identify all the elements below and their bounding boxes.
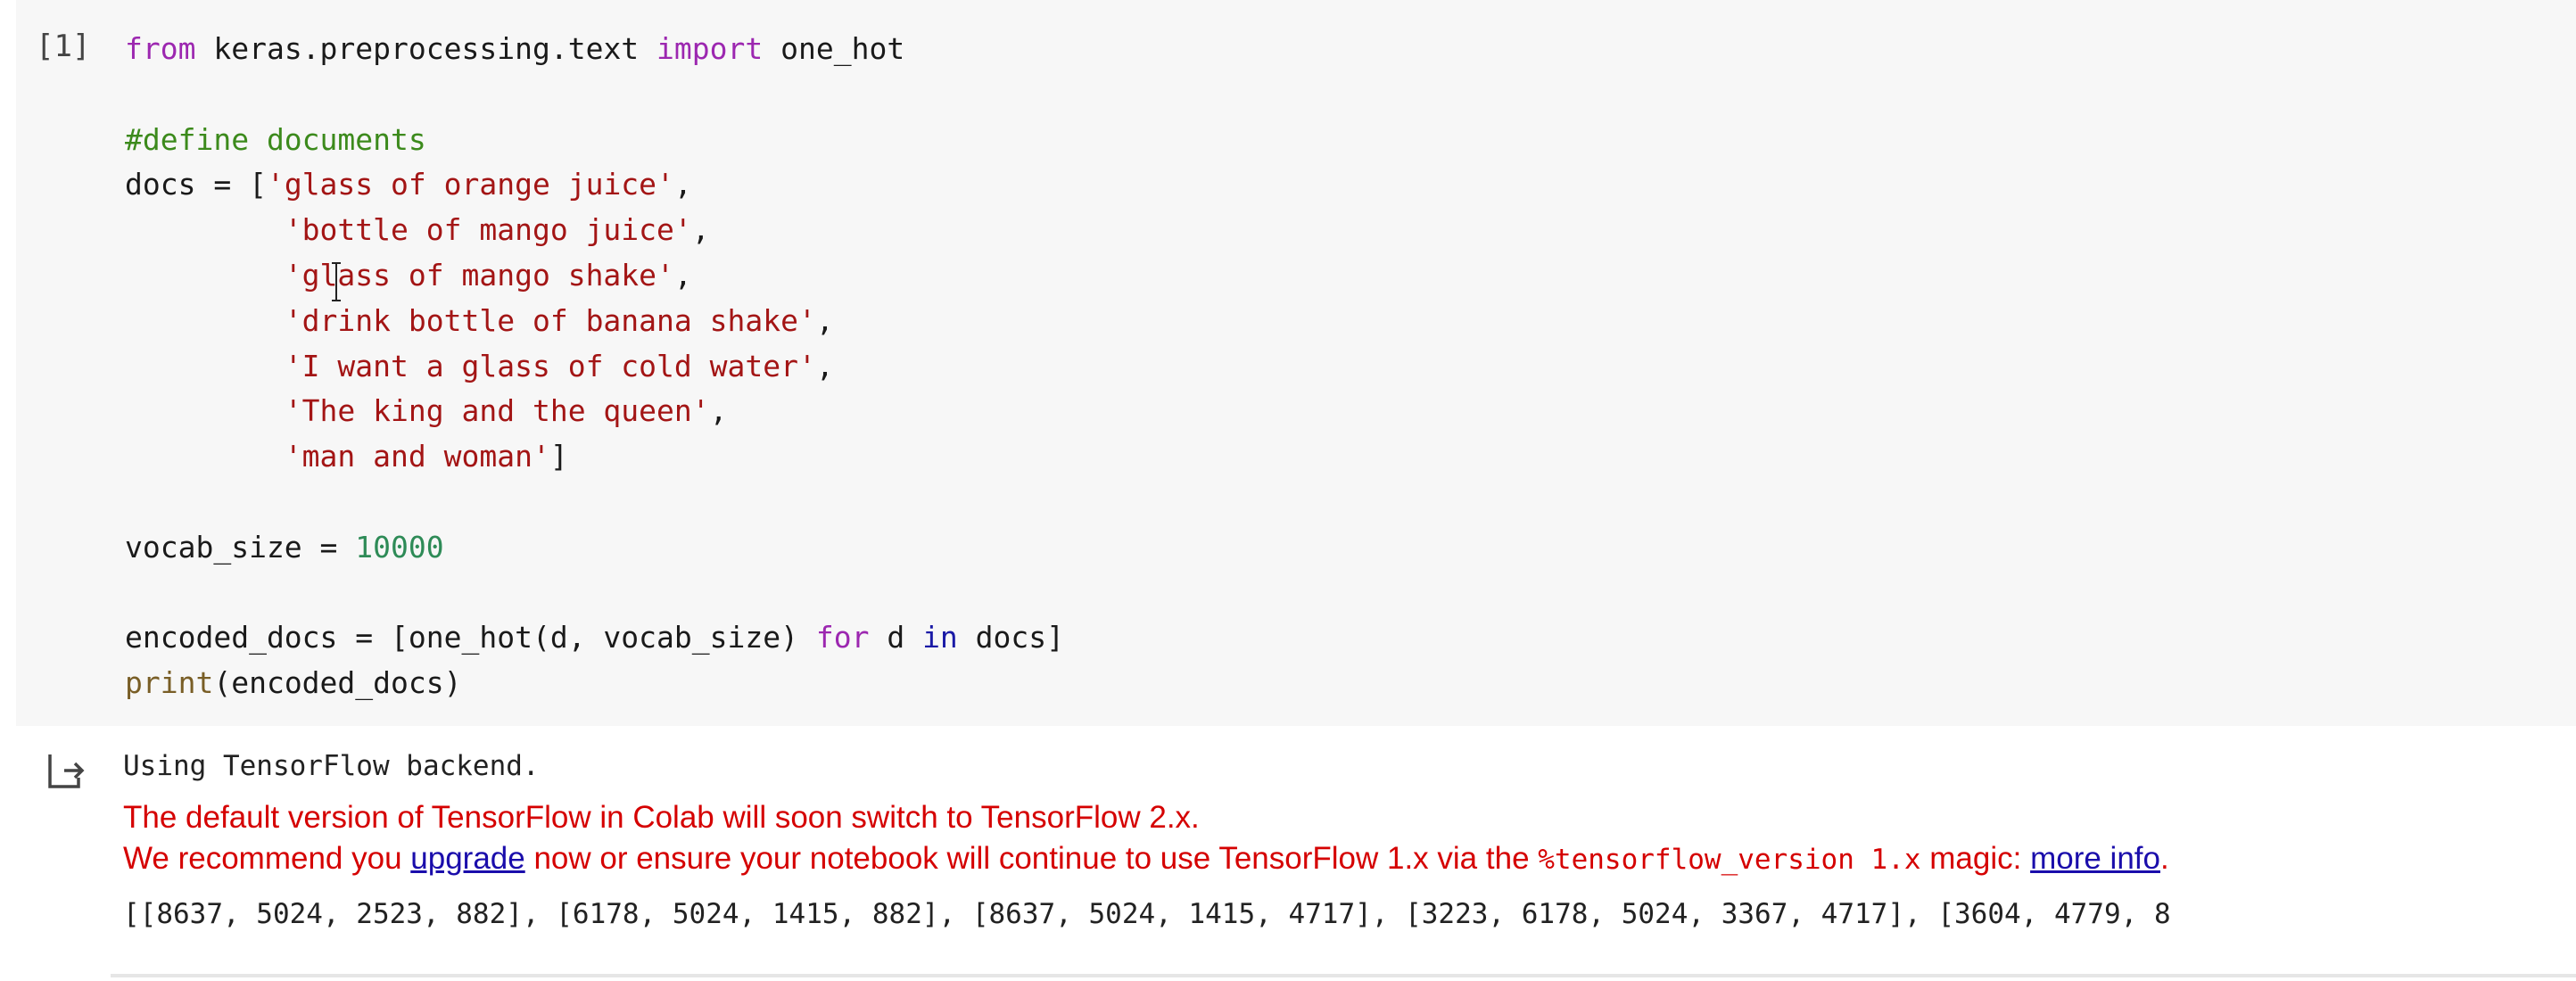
- cell-divider: [111, 974, 2576, 977]
- code-token: (encoded_docs): [213, 665, 462, 701]
- code-token: ,: [673, 167, 692, 202]
- output-result-line: [[8637, 5024, 2523, 882], [6178, 5024, 1…: [123, 898, 2171, 930]
- code-token: encoded_docs = [one_hot(d, vocab_size): [125, 620, 816, 655]
- code-token: for: [815, 620, 870, 655]
- code-token: 'glass of orange juice': [266, 167, 674, 202]
- code-line: from keras.preprocessing.text import one…: [125, 27, 1064, 72]
- code-line: print(encoded_docs): [125, 661, 1064, 706]
- upgrade-link[interactable]: upgrade: [410, 841, 524, 876]
- code-token: one_hot: [763, 31, 905, 66]
- code-token: ,: [815, 348, 834, 383]
- code-line: 'bottle of mango juice',: [125, 208, 1064, 253]
- warning-text: .: [2159, 841, 2169, 876]
- code-token: 'drink bottle of banana shake': [284, 302, 816, 338]
- magic-command: %tensorflow_version 1.x: [1538, 844, 1921, 876]
- code-token: 'bottle of mango juice': [284, 212, 692, 248]
- code-token: ,: [709, 393, 728, 429]
- warning-text: magic:: [1920, 841, 2031, 876]
- code-token: #define documents: [125, 121, 426, 157]
- output-backend-line: Using TensorFlow backend.: [123, 750, 540, 782]
- code-line: encoded_docs = [one_hot(d, vocab_size) f…: [125, 615, 1064, 661]
- code-line: 'I want a glass of cold water',: [125, 344, 1064, 390]
- code-line: vocab_size = 10000: [125, 525, 1064, 571]
- code-editor[interactable]: from keras.preprocessing.text import one…: [125, 27, 1064, 706]
- code-token: docs]: [957, 620, 1065, 655]
- code-line: 'drink bottle of banana shake',: [125, 299, 1064, 344]
- code-token: keras.preprocessing.text: [195, 31, 657, 66]
- output-warning-line-1: The default version of TensorFlow in Col…: [123, 800, 1200, 835]
- code-token: in: [922, 620, 958, 655]
- execution-count: [1]: [36, 29, 91, 64]
- code-token: ,: [815, 302, 834, 338]
- code-token: ]: [549, 439, 568, 474]
- code-line: #define documents: [125, 118, 1064, 163]
- code-line: docs = ['glass of orange juice',: [125, 162, 1064, 208]
- warning-text: We recommend you: [123, 841, 411, 876]
- cell-output: Using TensorFlow backend. The default ve…: [123, 746, 2171, 935]
- code-token: d: [869, 620, 923, 655]
- code-token: 'I want a glass of cold water': [284, 348, 816, 383]
- code-token: 10000: [355, 529, 444, 565]
- code-token: ,: [691, 212, 710, 248]
- code-token: 'glass of mango shake': [284, 257, 674, 293]
- code-line: 'man and woman']: [125, 434, 1064, 480]
- warning-text: now or ensure your notebook will continu…: [524, 841, 1539, 876]
- code-token: 'The king and the queen': [284, 393, 710, 429]
- output-arrow-icon[interactable]: [46, 751, 87, 792]
- text-cursor-icon: [332, 262, 341, 301]
- code-token: import: [656, 31, 764, 66]
- code-line: 'The king and the queen',: [125, 389, 1064, 434]
- more-info-link[interactable]: more info: [2030, 841, 2160, 876]
- code-token: print: [125, 665, 214, 701]
- code-token: docs = [: [125, 167, 267, 202]
- code-token: vocab_size =: [125, 529, 356, 565]
- code-token: 'man and woman': [284, 439, 550, 474]
- code-line: 'glass of mango shake',: [125, 253, 1064, 299]
- code-token: ,: [673, 257, 692, 293]
- output-warning-line-2: We recommend you upgrade now or ensure y…: [123, 838, 2171, 879]
- code-token: from: [125, 31, 196, 66]
